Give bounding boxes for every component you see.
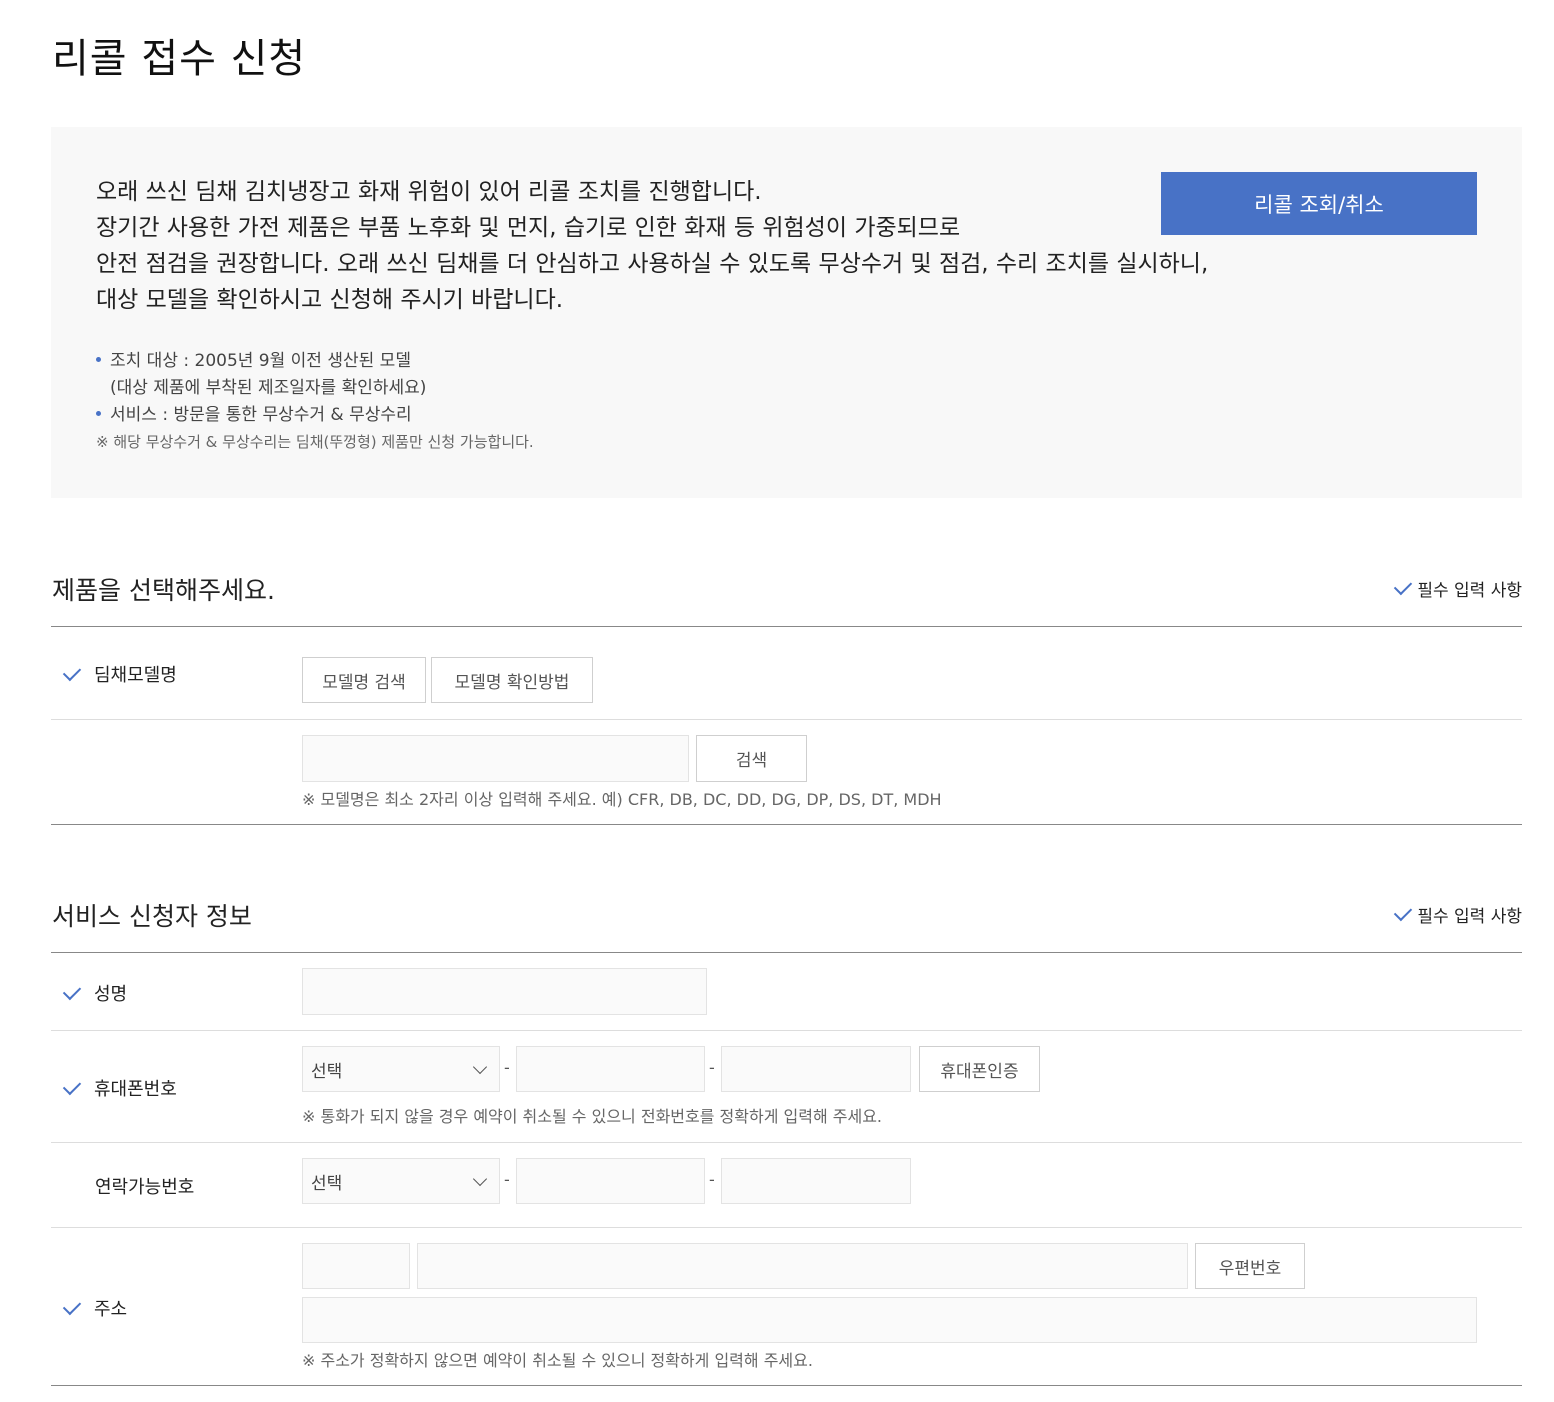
contact-prefix-select[interactable]: 선택 — [302, 1158, 500, 1204]
name-label: 성명 — [62, 980, 127, 1006]
applicant-section-title: 서비스 신청자 정보 — [52, 902, 252, 931]
dash: - — [709, 1170, 715, 1189]
chevron-down-icon — [472, 1171, 488, 1186]
page-title: 리콜 접수 신청 — [52, 36, 307, 82]
required-legend: 필수 입력 사항 — [1394, 902, 1522, 927]
bullet-target-sub: (대상 제품에 부착된 제조일자를 확인하세요) — [110, 378, 427, 398]
contact-last-input[interactable] — [721, 1158, 911, 1204]
zipcode-button[interactable]: 우편번호 — [1195, 1243, 1305, 1289]
chevron-down-icon — [472, 1059, 488, 1074]
notice-line: 안전 점검을 권장합니다. 오래 쓰신 딤채를 더 안심하고 사용하실 수 있도… — [96, 251, 1209, 277]
row-divider — [51, 1227, 1522, 1228]
dash: - — [709, 1058, 715, 1077]
mobile-label: 휴대폰번호 — [62, 1075, 177, 1101]
product-section-title: 제품을 선택해주세요. — [52, 576, 275, 605]
required-check-icon — [62, 981, 82, 1000]
notice-line: 장기간 사용한 가전 제품은 부품 노후화 및 먼지, 습기로 인한 화재 등 … — [96, 215, 961, 241]
address-detail-input[interactable] — [302, 1297, 1477, 1343]
contact-label: 연락가능번호 — [95, 1177, 195, 1198]
bullet-service: 서비스 : 방문을 통한 무상수거 & 무상수리 — [96, 402, 534, 429]
model-search-input[interactable] — [302, 735, 689, 782]
required-check-icon — [62, 1076, 82, 1095]
notice-line: 대상 모델을 확인하시고 신청해 주시기 바랍니다. — [96, 287, 564, 313]
name-input[interactable] — [302, 968, 707, 1015]
mobile-prefix-select[interactable]: 선택 — [302, 1046, 500, 1092]
address-hint: ※ 주소가 정확하지 않으면 예약이 취소될 수 있으니 정확하게 입력해 주세… — [302, 1351, 813, 1370]
dash: - — [504, 1058, 510, 1077]
section-divider — [51, 1385, 1522, 1386]
row-divider — [51, 1030, 1522, 1031]
mobile-hint: ※ 통화가 되지 않을 경우 예약이 취소될 수 있으니 전화번호를 정확하게 … — [302, 1107, 883, 1126]
notice-text: 오래 쓰신 딤채 김치냉장고 화재 위험이 있어 리콜 조치를 진행합니다. 장… — [96, 174, 1208, 318]
model-search-button[interactable]: 모델명 검색 — [302, 657, 426, 703]
required-legend: 필수 입력 사항 — [1394, 576, 1522, 601]
section-divider — [51, 626, 1522, 627]
contact-middle-input[interactable] — [516, 1158, 705, 1204]
check-icon — [1394, 902, 1413, 922]
bullet-dot-icon — [96, 411, 101, 416]
notice-bullets: 조치 대상 : 2005년 9월 이전 생산된 모델 (대상 제품에 부착된 제… — [96, 348, 534, 456]
row-divider — [51, 719, 1522, 720]
mobile-verify-button[interactable]: 휴대폰인증 — [919, 1046, 1040, 1092]
search-button[interactable]: 검색 — [696, 735, 807, 782]
model-label: 딤채모델명 — [62, 661, 177, 687]
bullet-target: 조치 대상 : 2005년 9월 이전 생산된 모델 — [96, 348, 534, 375]
mobile-last-input[interactable] — [721, 1046, 911, 1092]
address-input[interactable] — [417, 1243, 1188, 1289]
bullet-dot-icon — [96, 357, 101, 362]
recall-lookup-cancel-button[interactable]: 리콜 조회/취소 — [1161, 172, 1477, 235]
required-check-icon — [62, 1296, 82, 1315]
notice-footnote: ※ 해당 무상수거 & 무상수리는 딤채(뚜껑형) 제품만 신청 가능합니다. — [96, 433, 534, 451]
zipcode-input[interactable] — [302, 1243, 410, 1289]
row-divider — [51, 1142, 1522, 1143]
mobile-middle-input[interactable] — [516, 1046, 705, 1092]
model-hint: ※ 모델명은 최소 2자리 이상 입력해 주세요. 예) CFR, DB, DC… — [302, 790, 942, 809]
model-howto-button[interactable]: 모델명 확인방법 — [431, 657, 593, 703]
required-check-icon — [62, 662, 82, 681]
section-divider — [51, 824, 1522, 825]
dash: - — [504, 1170, 510, 1189]
notice-line: 오래 쓰신 딤채 김치냉장고 화재 위험이 있어 리콜 조치를 진행합니다. — [96, 179, 762, 205]
check-icon — [1394, 576, 1413, 596]
address-label: 주소 — [62, 1295, 127, 1321]
section-divider — [51, 952, 1522, 953]
